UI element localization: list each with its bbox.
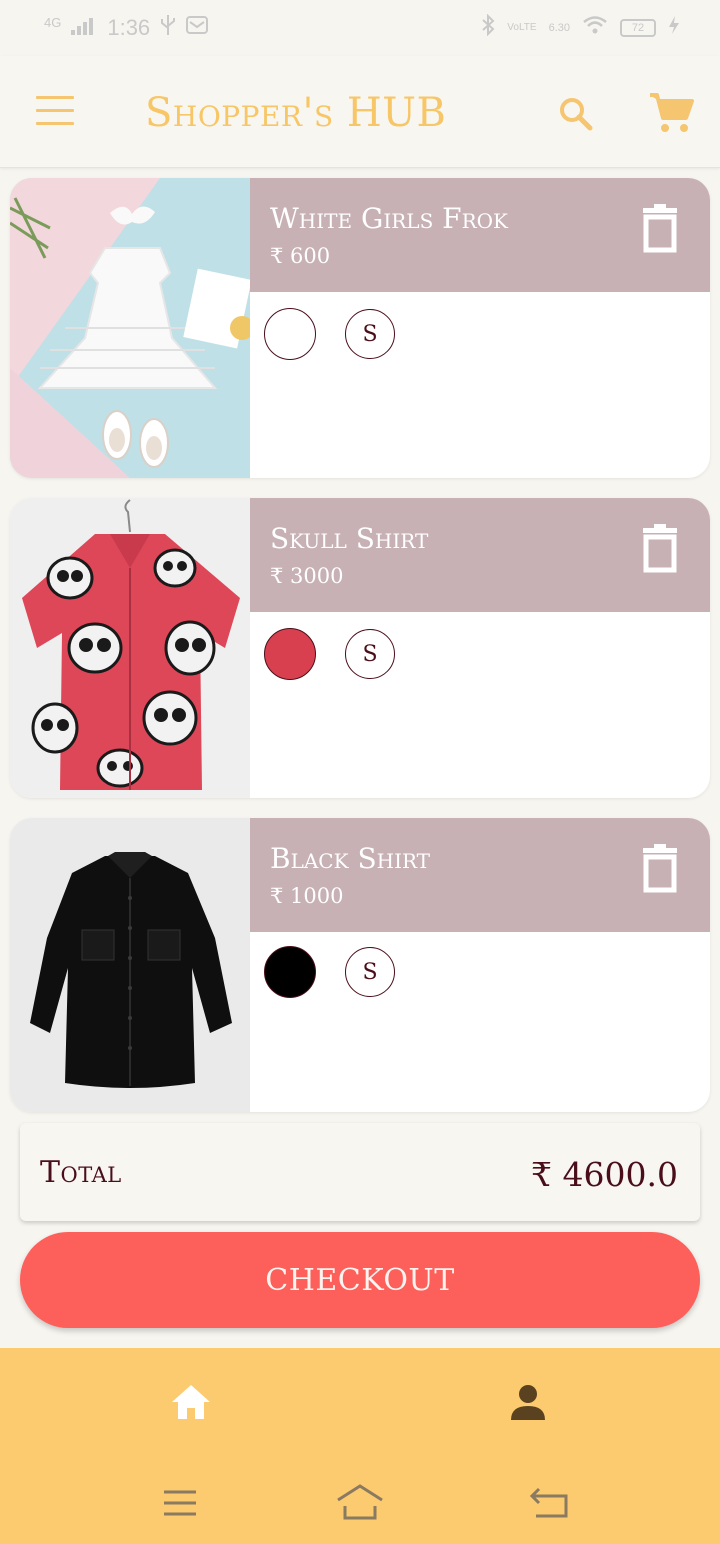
product-image-skull-shirt <box>10 498 250 798</box>
bottom-navigation <box>0 1348 720 1544</box>
checkout-button[interactable]: CHECKOUT <box>20 1232 700 1328</box>
item-name: Skull Shirt <box>270 522 429 555</box>
size-badge[interactable]: S <box>345 629 395 679</box>
delete-button[interactable] <box>638 204 682 254</box>
item-header: Black Shirt ₹ 1000 <box>250 818 710 932</box>
cart-item-card: Black Shirt ₹ 1000 S <box>10 818 710 1112</box>
usb-icon <box>160 14 176 42</box>
system-home-button[interactable] <box>335 1482 385 1522</box>
network-label: 4G <box>44 14 62 30</box>
total-value: ₹ 4600.0 <box>531 1155 678 1194</box>
menu-icon <box>164 1490 196 1516</box>
status-right: VoLTE 6.30 72 <box>481 13 680 42</box>
menu-button[interactable] <box>36 96 76 128</box>
product-image-white-frock <box>10 178 250 478</box>
total-label: Total <box>40 1155 122 1190</box>
volte-icon: VoLTE <box>507 22 537 33</box>
home-icon <box>172 1385 210 1419</box>
menu-icon <box>36 96 74 99</box>
cart-item-card: Skull Shirt ₹ 3000 S <box>10 498 710 798</box>
color-swatch[interactable] <box>264 308 316 360</box>
system-menu-button[interactable] <box>162 1488 198 1518</box>
clock-time: 1:36 <box>107 15 151 40</box>
back-icon <box>529 1487 568 1518</box>
battery-level: 72 <box>631 22 645 34</box>
nav-home-button[interactable] <box>170 1382 212 1422</box>
home-outline-icon <box>337 1484 383 1520</box>
cart-icon <box>650 93 694 132</box>
delete-button[interactable] <box>638 524 682 574</box>
color-swatch[interactable] <box>264 628 316 680</box>
status-bar: 4G 1:36 VoLTE 6.30 72 <box>0 0 720 56</box>
app-bar: Shopper's HUB <box>0 56 720 168</box>
item-header: Skull Shirt ₹ 3000 <box>250 498 710 612</box>
status-left: 4G 1:36 <box>44 14 209 42</box>
bluetooth-icon <box>481 13 495 42</box>
delete-button[interactable] <box>638 844 682 894</box>
search-button[interactable] <box>556 94 596 134</box>
nav-profile-button[interactable] <box>508 1382 548 1422</box>
item-header: White Girls Frok ₹ 600 <box>250 178 710 292</box>
trash-icon <box>643 524 677 573</box>
item-price: ₹ 1000 <box>270 884 344 908</box>
trash-icon <box>643 844 677 893</box>
color-swatch[interactable] <box>264 946 316 998</box>
battery-icon: 72 <box>620 19 656 37</box>
item-price: ₹ 3000 <box>270 564 344 588</box>
system-back-button[interactable] <box>528 1484 570 1520</box>
search-icon <box>560 98 593 131</box>
cart-button[interactable] <box>648 90 694 136</box>
item-name: White Girls Frok <box>270 202 508 235</box>
item-price: ₹ 600 <box>270 244 331 268</box>
app-title: Shopper's HUB <box>145 90 447 136</box>
total-box: Total ₹ 4600.0 <box>20 1123 700 1221</box>
product-image-black-shirt <box>10 818 250 1112</box>
data-speed: 6.30 <box>548 22 570 34</box>
wifi-icon <box>582 15 608 41</box>
size-badge[interactable]: S <box>345 947 395 997</box>
person-icon <box>511 1385 545 1420</box>
size-badge[interactable]: S <box>345 309 395 359</box>
trash-icon <box>643 204 677 253</box>
mail-icon <box>186 15 209 41</box>
item-name: Black Shirt <box>270 842 431 875</box>
cart-item-card: White Girls Frok ₹ 600 S <box>10 178 710 478</box>
charging-icon <box>668 15 680 41</box>
signal-icon <box>71 15 97 41</box>
